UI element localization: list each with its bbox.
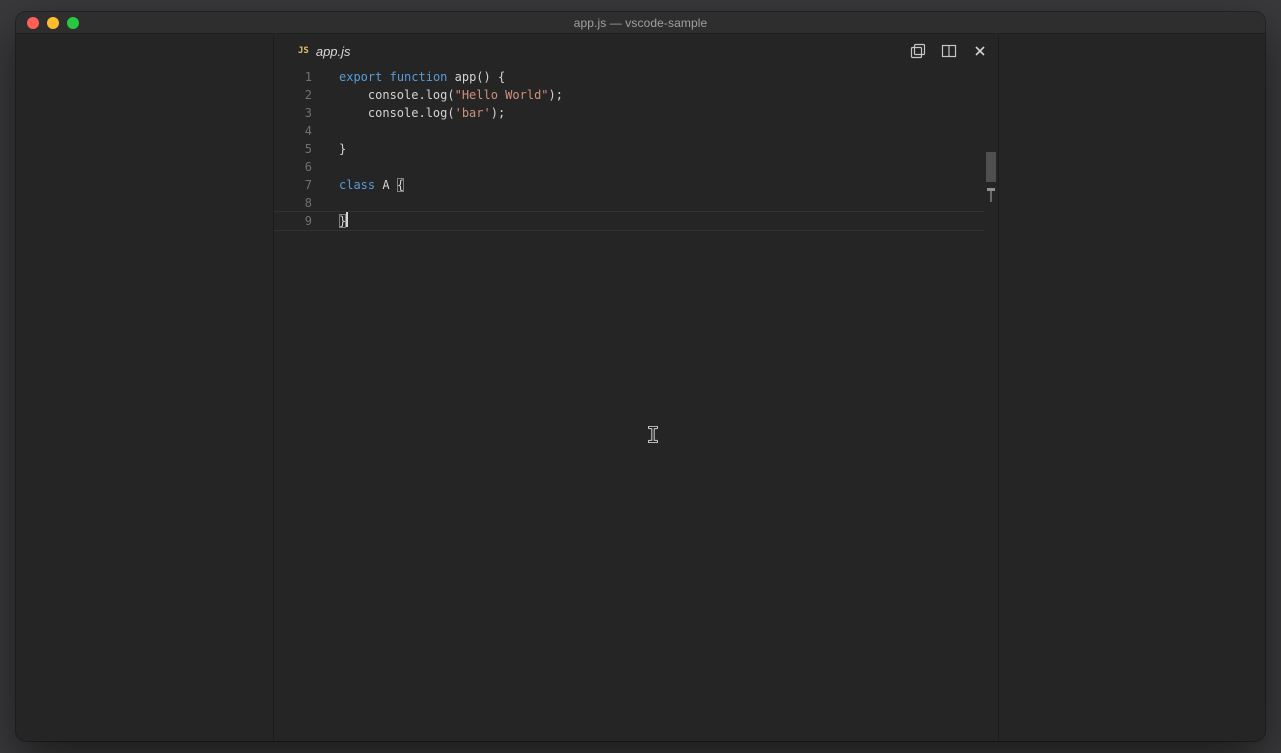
minimize-window-button[interactable] xyxy=(47,16,59,29)
overview-ruler-cursor-stem xyxy=(990,191,992,202)
tab-label: app.js xyxy=(315,43,351,59)
line-number[interactable]: 1 xyxy=(274,68,312,86)
tab-bar: JS app.js xyxy=(274,34,998,68)
code-token: class xyxy=(339,178,376,192)
line-number[interactable]: 9 xyxy=(274,212,312,230)
split-editor-icon[interactable] xyxy=(941,43,957,59)
line-content xyxy=(312,122,339,140)
workbench: JS app.js 1 export function app() {2 co… xyxy=(16,34,1265,741)
window-title: app.js — vscode-sample xyxy=(573,15,708,30)
line-number[interactable]: 3 xyxy=(274,104,312,122)
editor-actions xyxy=(910,43,998,59)
left-empty-pane xyxy=(16,34,274,741)
code-line[interactable]: 7 class A { xyxy=(274,176,984,194)
code-token: function xyxy=(389,70,448,84)
line-content: class A { xyxy=(312,176,405,194)
line-number[interactable]: 7 xyxy=(274,176,312,194)
close-window-button[interactable] xyxy=(27,16,39,29)
line-content xyxy=(312,158,339,176)
line-number[interactable]: 2 xyxy=(274,86,312,104)
right-empty-pane xyxy=(999,34,1265,741)
code-token: "Hello World" xyxy=(454,88,549,102)
traffic-lights xyxy=(16,16,79,29)
code-token: console.log( xyxy=(339,88,455,102)
code-line[interactable]: 6 xyxy=(274,158,984,176)
code-line[interactable]: 8 xyxy=(274,194,984,212)
code-line[interactable]: 1 export function app() { xyxy=(274,68,984,86)
code-token: console.log( xyxy=(339,106,455,120)
line-number[interactable]: 6 xyxy=(274,158,312,176)
code-lines: 1 export function app() {2 console.log("H… xyxy=(274,68,984,231)
code-line[interactable]: 3 console.log('bar'); xyxy=(274,104,984,122)
code-editor[interactable]: 1 export function app() {2 console.log("H… xyxy=(274,68,998,741)
line-number[interactable]: 4 xyxy=(274,122,312,140)
desktop-background: app.js — vscode-sample JS app.js 1 expor… xyxy=(0,0,1281,753)
scrollbar-thumb[interactable] xyxy=(986,152,996,182)
matched-bracket: { xyxy=(396,178,405,192)
titlebar[interactable]: app.js — vscode-sample xyxy=(16,12,1265,34)
code-line[interactable]: 4 xyxy=(274,122,984,140)
line-content: console.log('bar'); xyxy=(312,104,505,122)
code-token: A xyxy=(375,178,397,192)
matched-bracket: } xyxy=(339,214,347,228)
line-number[interactable]: 8 xyxy=(274,194,312,212)
tab-appjs[interactable]: JS app.js xyxy=(274,34,351,68)
line-content: } xyxy=(312,140,346,158)
code-line[interactable]: 9} xyxy=(274,211,984,231)
javascript-file-icon: JS xyxy=(298,46,309,56)
line-content: console.log("Hello World"); xyxy=(312,86,563,104)
text-caret xyxy=(346,212,349,227)
line-content xyxy=(312,194,339,212)
code-token: 'bar' xyxy=(454,106,491,120)
code-line[interactable]: 2 console.log("Hello World"); xyxy=(274,86,984,104)
line-content: export function app() { xyxy=(312,68,505,86)
zoom-window-button[interactable] xyxy=(67,16,79,29)
editor-group: JS app.js 1 export function app() {2 co… xyxy=(274,34,999,741)
code-token: ); xyxy=(490,106,506,120)
code-token: } xyxy=(339,142,347,156)
close-editor-icon[interactable] xyxy=(972,43,988,59)
code-token: app() { xyxy=(447,70,506,84)
open-changes-icon[interactable] xyxy=(910,43,926,59)
code-line[interactable]: 5} xyxy=(274,140,984,158)
line-content: } xyxy=(312,212,349,230)
line-number[interactable]: 5 xyxy=(274,140,312,158)
code-token: export xyxy=(339,70,383,84)
app-window: app.js — vscode-sample JS app.js 1 expor… xyxy=(16,12,1265,741)
editor-scrollbar[interactable] xyxy=(984,68,998,741)
code-token: ); xyxy=(548,88,563,102)
